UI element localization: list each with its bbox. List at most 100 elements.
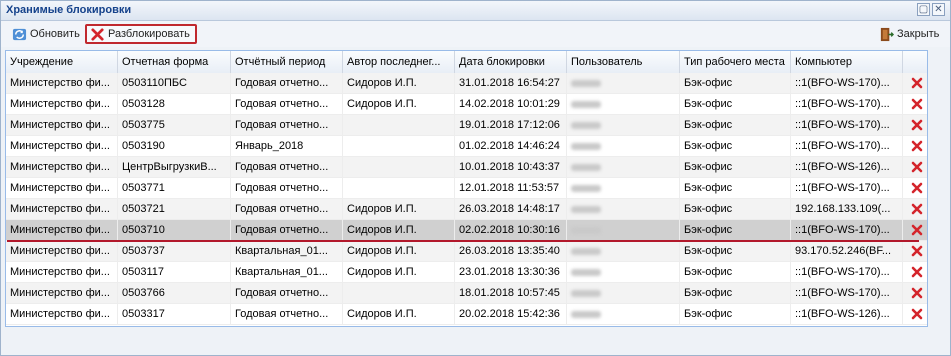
table-row[interactable]: Министерство фи... 0503766 Годовая отчетно… (6, 283, 927, 304)
cell-date: 23.01.2018 13:30:36 (455, 262, 567, 282)
cell-period: Квартальная_01... (231, 262, 343, 282)
unlock-button[interactable]: Разблокировать (85, 24, 197, 44)
status-bar (1, 331, 950, 355)
cell-author (343, 283, 455, 303)
cell-org: Министерство фи... (6, 304, 118, 324)
cell-pc: ::1(BFO-WS-170)... (791, 283, 903, 303)
cell-user-redacted (567, 178, 680, 198)
close-button[interactable]: Закрыть (876, 24, 942, 44)
locks-grid: Учреждение Отчетная форма Отчётный перио… (5, 50, 928, 327)
cell-org: Министерство фи... (6, 136, 118, 156)
redacted-user (571, 142, 601, 150)
window-title: Хранимые блокировки (6, 4, 132, 16)
row-delete-icon[interactable] (911, 140, 923, 152)
table-row[interactable]: Министерство фи... 0503771 Годовая отчетно… (6, 178, 927, 199)
close-window-icon[interactable]: ✕ (932, 3, 945, 16)
cell-date: 02.02.2018 10:30:16 (455, 220, 567, 240)
cell-wtype: Бэк-офис (680, 73, 791, 93)
column-header[interactable]: Дата блокировки (455, 51, 567, 73)
table-row[interactable]: Министерство фи... 0503110ПБС Годовая отче… (6, 73, 927, 94)
cell-date: 12.01.2018 11:53:57 (455, 178, 567, 198)
table-row[interactable]: Министерство фи... 0503721 Годовая отчетно… (6, 199, 927, 220)
cell-period: Годовая отчетно... (231, 220, 343, 240)
cell-period: Годовая отчетно... (231, 94, 343, 114)
cell-org: Министерство фи... (6, 199, 118, 219)
redacted-user (571, 205, 601, 213)
restore-window-icon[interactable]: ▢ (917, 3, 930, 16)
cell-author: Сидоров И.П. (343, 199, 455, 219)
cell-author: Сидоров И.П. (343, 94, 455, 114)
cell-org: Министерство фи... (6, 157, 118, 177)
row-delete-icon[interactable] (911, 224, 923, 236)
cell-date: 31.01.2018 16:54:27 (455, 73, 567, 93)
refresh-button[interactable]: Обновить (9, 24, 83, 44)
row-delete-icon[interactable] (911, 287, 923, 299)
table-row[interactable]: Министерство фи... 0503317 Годовая отчетно… (6, 304, 927, 325)
cell-org: Министерство фи... (6, 115, 118, 135)
cell-user-redacted (567, 115, 680, 135)
cell-wtype: Бэк-офис (680, 136, 791, 156)
table-row[interactable]: Министерство фи... 0503190 Январь_2018 01.0… (6, 136, 927, 157)
row-delete-icon[interactable] (911, 119, 923, 131)
cell-wtype: Бэк-офис (680, 304, 791, 324)
row-delete-icon[interactable] (911, 182, 923, 194)
redacted-user (571, 100, 601, 108)
cell-form: 0503775 (118, 115, 231, 135)
cell-form: ЦентрВыгрузкиВ... (118, 157, 231, 177)
cell-org: Министерство фи... (6, 283, 118, 303)
cell-author (343, 136, 455, 156)
cell-org: Министерство фи... (6, 73, 118, 93)
cell-wtype: Бэк-офис (680, 283, 791, 303)
column-header[interactable]: Учреждение (6, 51, 118, 73)
table-row[interactable]: Министерство фи... ЦентрВыгрузкиВ... Годов… (6, 157, 927, 178)
vertical-scrollbar[interactable] (929, 50, 947, 327)
cell-date: 10.01.2018 10:43:37 (455, 157, 567, 177)
column-header[interactable]: Автор последнег... (343, 51, 455, 73)
column-header[interactable]: Отчётный период (231, 51, 343, 73)
cell-author: Сидоров И.П. (343, 241, 455, 261)
redacted-user (571, 268, 601, 276)
table-row[interactable]: Министерство фи... 0503117 Квартальная_01.… (6, 262, 927, 283)
row-delete-icon[interactable] (911, 203, 923, 215)
row-delete-icon[interactable] (911, 161, 923, 173)
cell-form: 0503128 (118, 94, 231, 114)
row-delete-icon[interactable] (911, 266, 923, 278)
row-delete-icon[interactable] (911, 77, 923, 89)
cell-user-redacted (567, 283, 680, 303)
row-delete-icon[interactable] (911, 98, 923, 110)
cell-author (343, 115, 455, 135)
redacted-user (571, 163, 601, 171)
table-row[interactable]: Министерство фи... 0503128 Годовая отчетно… (6, 94, 927, 115)
row-delete-icon[interactable] (911, 308, 923, 320)
column-header[interactable]: Компьютер (791, 51, 903, 73)
cell-user-redacted (567, 94, 680, 114)
table-row[interactable]: Министерство фи... 0503775 Годовая отчетно… (6, 115, 927, 136)
cell-pc: ::1(BFO-WS-170)... (791, 73, 903, 93)
cell-user-redacted (567, 157, 680, 177)
column-header[interactable]: Тип рабочего места (680, 51, 791, 73)
cell-wtype: Бэк-офис (680, 157, 791, 177)
selection-underline (7, 240, 919, 242)
cell-pc: ::1(BFO-WS-170)... (791, 178, 903, 198)
cell-user-redacted (567, 73, 680, 93)
cell-pc: 93.170.52.246(BF... (791, 241, 903, 261)
cell-author: Сидоров И.П. (343, 262, 455, 282)
column-header[interactable]: Пользователь (567, 51, 680, 73)
row-delete-icon[interactable] (911, 245, 923, 257)
column-header[interactable]: Отчетная форма (118, 51, 231, 73)
table-row[interactable]: Министерство фи... 0503710 Годовая отчетно… (6, 220, 927, 241)
column-header-actions (903, 51, 927, 73)
cell-form: 0503317 (118, 304, 231, 324)
cell-pc: ::1(BFO-WS-170)... (791, 115, 903, 135)
redacted-user (571, 310, 601, 318)
door-exit-icon (880, 27, 894, 41)
cell-form: 0503190 (118, 136, 231, 156)
cell-pc: 192.168.133.109(... (791, 199, 903, 219)
cell-date: 26.03.2018 13:35:40 (455, 241, 567, 261)
cell-period: Январь_2018 (231, 136, 343, 156)
cell-org: Министерство фи... (6, 220, 118, 240)
table-row[interactable]: Министерство фи... 0503737 Квартальная_01.… (6, 241, 927, 262)
cell-author (343, 178, 455, 198)
cell-form: 0503737 (118, 241, 231, 261)
cell-pc: ::1(BFO-WS-170)... (791, 94, 903, 114)
